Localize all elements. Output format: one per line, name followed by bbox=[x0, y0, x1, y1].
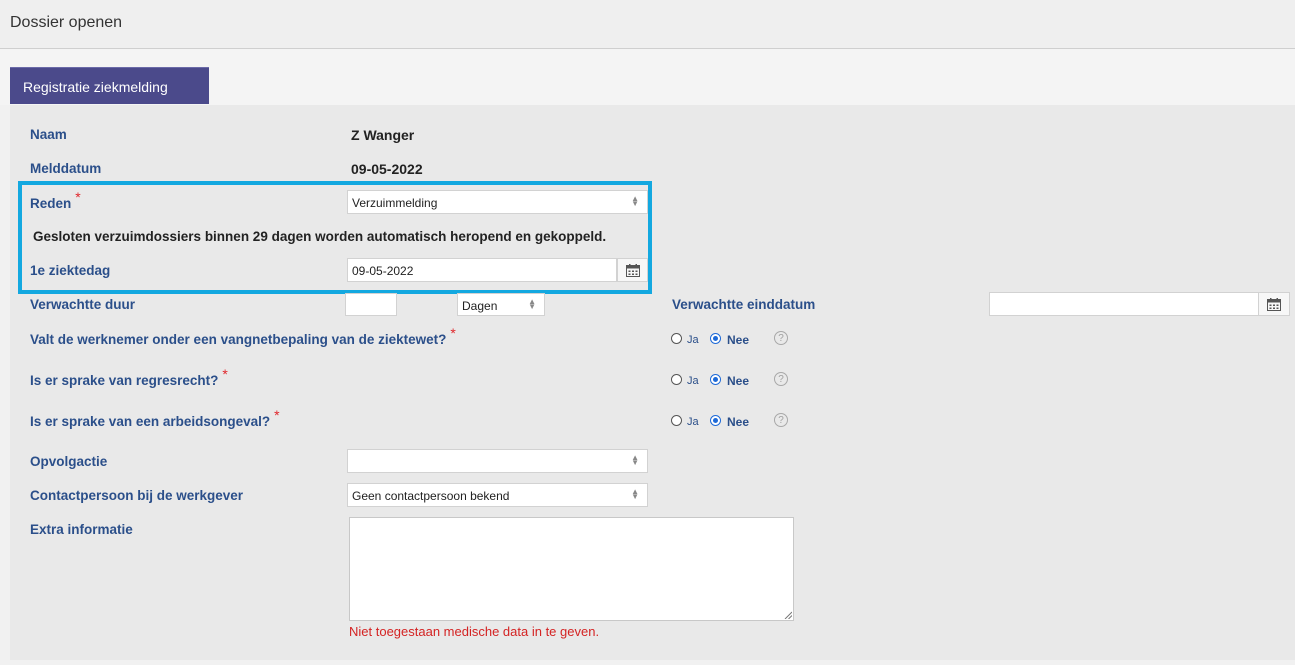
eerste-ziektedag-label: 1e ziektedag bbox=[30, 263, 111, 278]
regresrecht-ja-radio[interactable] bbox=[671, 374, 682, 385]
arbeidsongeval-nee-radio[interactable] bbox=[710, 415, 721, 426]
arbeidsongeval-label-text: Is er sprake van een arbeidsongeval? bbox=[30, 414, 271, 429]
required-marker: * bbox=[274, 407, 280, 423]
help-icon[interactable]: ? bbox=[774, 413, 788, 427]
verwachte-duur-label: Verwachtte duur bbox=[30, 297, 136, 312]
melddatum-label: Melddatum bbox=[30, 161, 102, 176]
naam-value: Z Wanger bbox=[351, 127, 415, 143]
calendar-icon bbox=[1267, 298, 1281, 311]
resize-grip-icon[interactable] bbox=[784, 611, 792, 619]
select-arrows-icon: ▲ ▼ bbox=[528, 297, 536, 311]
contactpersoon-select[interactable]: Geen contactpersoon bekend ▲ ▼ bbox=[347, 483, 648, 507]
help-icon[interactable]: ? bbox=[774, 372, 788, 386]
regresrecht-nee-label: Nee bbox=[727, 374, 750, 388]
duur-unit-value: Dagen bbox=[462, 299, 498, 313]
opvolgactie-select[interactable]: ▲ ▼ bbox=[347, 449, 648, 473]
duur-unit-select[interactable]: Dagen ▲ ▼ bbox=[457, 293, 545, 316]
required-marker: * bbox=[450, 325, 456, 341]
select-arrows-icon: ▲ ▼ bbox=[631, 194, 639, 208]
reden-select[interactable]: Verzuimmelding ▲ ▼ bbox=[347, 190, 648, 214]
calendar-icon bbox=[626, 264, 640, 277]
vangnet-label: Valt de werknemer onder een vangnetbepal… bbox=[30, 325, 456, 347]
melddatum-value: 09-05-2022 bbox=[351, 161, 423, 177]
eerste-ziektedag-calendar-button[interactable] bbox=[617, 258, 648, 282]
extra-informatie-label: Extra informatie bbox=[30, 522, 133, 537]
vangnet-label-text: Valt de werknemer onder een vangnetbepal… bbox=[30, 332, 447, 347]
reden-select-value: Verzuimmelding bbox=[352, 196, 438, 210]
vangnet-ja-label: Ja bbox=[687, 334, 699, 346]
tab-registratie-ziekmelding[interactable]: Registratie ziekmelding bbox=[10, 67, 209, 104]
page-title: Dossier openen bbox=[10, 14, 123, 31]
vangnet-nee-label: Nee bbox=[727, 333, 750, 347]
vangnet-ja-radio[interactable] bbox=[671, 333, 682, 344]
regresrecht-nee-radio[interactable] bbox=[710, 374, 721, 385]
regresrecht-ja-label: Ja bbox=[687, 375, 699, 387]
verwachte-einddatum-label: Verwachtte einddatum bbox=[672, 297, 816, 312]
vangnet-nee-radio[interactable] bbox=[710, 333, 721, 344]
naam-label: Naam bbox=[30, 127, 67, 142]
arbeidsongeval-ja-label: Ja bbox=[687, 416, 699, 428]
select-arrows-icon: ▲ ▼ bbox=[631, 487, 639, 501]
opvolgactie-label: Opvolgactie bbox=[30, 454, 108, 469]
contactpersoon-select-value: Geen contactpersoon bekend bbox=[352, 489, 510, 503]
required-marker: * bbox=[222, 366, 228, 382]
contactpersoon-label: Contactpersoon bij de werkgever bbox=[30, 488, 244, 503]
verwachte-duur-input[interactable] bbox=[345, 293, 397, 316]
reden-label-text: Reden bbox=[30, 196, 72, 211]
required-marker: * bbox=[75, 189, 81, 205]
medical-data-warning: Niet toegestaan medische data in te geve… bbox=[349, 624, 600, 639]
extra-informatie-textarea[interactable] bbox=[349, 517, 794, 621]
help-icon[interactable]: ? bbox=[774, 331, 788, 345]
verwachte-einddatum-calendar-button[interactable] bbox=[1258, 292, 1290, 316]
page-header: Dossier openen bbox=[0, 0, 1295, 49]
arbeidsongeval-ja-radio[interactable] bbox=[671, 415, 682, 426]
arbeidsongeval-label: Is er sprake van een arbeidsongeval? * bbox=[30, 407, 280, 429]
arbeidsongeval-nee-label: Nee bbox=[727, 415, 750, 429]
regresrecht-label: Is er sprake van regresrecht? * bbox=[30, 366, 228, 388]
tab-bar: Registratie ziekmelding bbox=[0, 49, 1295, 105]
eerste-ziektedag-input[interactable]: 09-05-2022 bbox=[347, 258, 617, 282]
reopen-notice: Gesloten verzuimdossiers binnen 29 dagen… bbox=[33, 229, 607, 244]
reden-label: Reden * bbox=[30, 189, 81, 211]
verwachte-einddatum-input[interactable] bbox=[989, 292, 1259, 316]
select-arrows-icon: ▲ ▼ bbox=[631, 453, 639, 467]
regresrecht-label-text: Is er sprake van regresrecht? bbox=[30, 373, 219, 388]
